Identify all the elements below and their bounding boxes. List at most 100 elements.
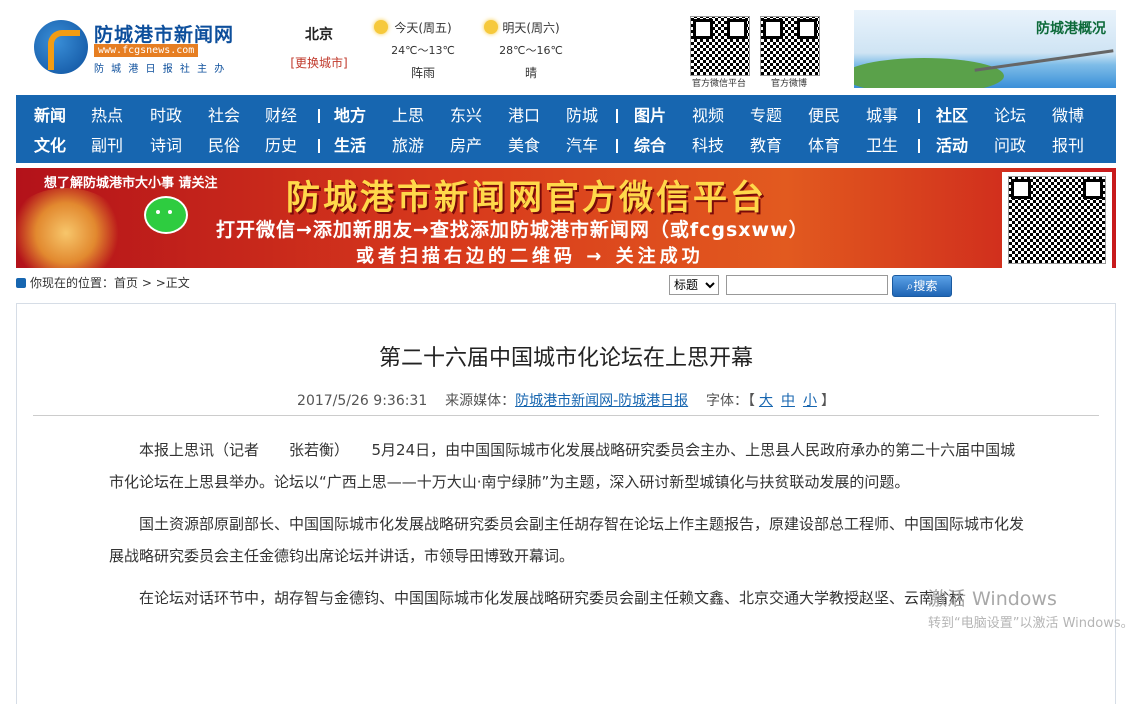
- nav-item[interactable]: 历史: [265, 131, 297, 161]
- nav-item[interactable]: 活动: [936, 131, 968, 161]
- nav-item[interactable]: 美食: [508, 131, 540, 161]
- nav-row: 新闻 热点 时政 社会 财经 地方 上思 东兴 港口 防城 图片 视频 专题 便民 城事 社区 论坛 微博: [16, 101, 1116, 131]
- change-city-link[interactable]: [更换城市]: [284, 54, 354, 71]
- banner-qr-frame: [1002, 172, 1112, 268]
- logo-icon: [34, 20, 88, 74]
- nav-item[interactable]: 东兴: [450, 101, 482, 131]
- article-paragraph: 国土资源部原副部长、中国国际城市化发展战略研究委员会副主任胡存智在论坛上作主题报…: [109, 515, 1025, 565]
- wechat-banner[interactable]: 想了解防城港市大小事 请关注 防城港市新闻网官方微信平台 打开微信→添加新朋友→…: [16, 168, 1116, 268]
- nav-item[interactable]: 文化: [34, 131, 66, 161]
- city-name: 北京: [305, 27, 333, 43]
- nav-item[interactable]: 报刊: [1052, 131, 1084, 161]
- promo-bridge: [974, 49, 1114, 72]
- nav-item[interactable]: 民俗: [208, 131, 240, 161]
- logo-url: www.fcgsnews.com: [94, 44, 199, 57]
- windows-activation-watermark: 激活 Windows: [928, 588, 1057, 610]
- nav-item[interactable]: 视频: [692, 101, 724, 131]
- nav-item[interactable]: 社区: [936, 101, 968, 131]
- search-input[interactable]: [726, 275, 888, 295]
- nav-item[interactable]: 新闻: [34, 101, 66, 131]
- logo-name: 防城港市新闻网: [94, 24, 235, 46]
- banner-title: 防城港市新闻网官方微信平台: [286, 178, 767, 218]
- banner-line1: 打开微信→添加新朋友→查找添加防城港市新闻网（或fcgsxww）: [216, 219, 809, 241]
- wechat-qr-code: [690, 16, 750, 76]
- nav-separator: [318, 109, 320, 123]
- nav-item[interactable]: 地方: [334, 101, 366, 131]
- search-button[interactable]: ⌕搜索: [892, 275, 952, 297]
- search-type-select[interactable]: 标题: [669, 275, 719, 295]
- article-title: 第二十六届中国城市化论坛在上思开幕: [378, 346, 753, 371]
- site-header: 防城港市新闻网 www.fcgsnews.com 防 城 港 日 报 社 主 办…: [16, 0, 1116, 95]
- article-paragraph: 在论坛对话环节中，胡存智与金德钧、中国国际城市化发展战略研究委员会副主任赖文鑫、…: [139, 589, 965, 607]
- sun-cloud-icon: [374, 20, 388, 34]
- wechat-icon: [144, 196, 188, 234]
- breadcrumb-home[interactable]: 首页: [114, 276, 138, 290]
- nav-item[interactable]: 专题: [750, 101, 782, 131]
- breadcrumb-sep: >: [138, 276, 156, 290]
- weather-cond: 晴: [524, 66, 537, 80]
- article-meta: 2017/5/26 9:36:31 来源媒体：防城港市新闻网-防城港日报 字体：…: [297, 393, 835, 409]
- nav-separator: [616, 109, 618, 123]
- nav-item[interactable]: 图片: [634, 101, 666, 131]
- nav-row: 文化 副刊 诗词 民俗 历史 生活 旅游 房产 美食 汽车 综合 科技 教育 体育 卫生 活动 问政 报刊: [16, 131, 1116, 161]
- source-link[interactable]: 防城港市新闻网-防城港日报: [515, 393, 688, 409]
- breadcrumb-current: >正文: [155, 276, 190, 290]
- logo-subtitle: 防 城 港 日 报 社 主 办: [94, 64, 227, 75]
- main-nav: 新闻 热点 时政 社会 财经 地方 上思 东兴 港口 防城 图片 视频 专题 便民 城事 社区 论坛 微博 文化副…: [16, 95, 1116, 163]
- nav-item[interactable]: 热点: [91, 101, 123, 131]
- weather-temp: 24℃～13℃: [391, 44, 455, 57]
- article-date: 2017/5/26 9:36:31: [297, 393, 428, 409]
- font-small-link[interactable]: 小: [803, 393, 817, 409]
- banner-line2: 或者扫描右边的二维码 → 关注成功: [356, 246, 704, 267]
- weibo-qr-code: [760, 16, 820, 76]
- nav-item[interactable]: 社会: [208, 101, 240, 131]
- nav-item[interactable]: 科技: [692, 131, 724, 161]
- search-button-label: 搜索: [913, 279, 938, 293]
- weather-tomorrow: 明天(周六) 28℃～16℃ 晴: [476, 18, 586, 81]
- nav-item[interactable]: 副刊: [91, 131, 123, 161]
- promo-island: [854, 58, 1004, 88]
- site-logo[interactable]: 防城港市新闻网 www.fcgsnews.com 防 城 港 日 报 社 主 办: [34, 18, 234, 78]
- font-medium-link[interactable]: 中: [781, 393, 795, 409]
- city-widget: 北京 [更换城市]: [284, 24, 354, 71]
- windows-activation-hint: 转到“电脑设置”以激活 Windows。: [928, 616, 1134, 631]
- flower-decoration: [16, 188, 126, 268]
- nav-item[interactable]: 体育: [808, 131, 840, 161]
- nav-item[interactable]: 财经: [265, 101, 297, 131]
- nav-separator: [918, 109, 920, 123]
- article-body: 本报上思讯（记者 张若衡） 5月24日，由中国国际城市化发展战略研究委员会主办、…: [109, 434, 1029, 624]
- nav-item[interactable]: 汽车: [566, 131, 598, 161]
- nav-item[interactable]: 诗词: [150, 131, 182, 161]
- nav-item[interactable]: 卫生: [866, 131, 898, 161]
- banner-top-text: 想了解防城港市大小事 请关注: [44, 176, 218, 191]
- nav-item[interactable]: 上思: [392, 101, 424, 131]
- nav-item[interactable]: 微博: [1052, 101, 1084, 131]
- nav-item[interactable]: 综合: [634, 131, 666, 161]
- breadcrumb-prefix: 你现在的位置：: [30, 276, 115, 290]
- nav-item[interactable]: 旅游: [392, 131, 424, 161]
- article-paragraph: 本报上思讯（记者 张若衡） 5月24日，由中国国际城市化发展战略研究委员会主办、…: [109, 441, 1016, 491]
- weather-cond: 阵雨: [410, 66, 435, 80]
- banner-qr-code: [1008, 176, 1106, 264]
- nav-item[interactable]: 时政: [150, 101, 182, 131]
- nav-item[interactable]: 生活: [334, 131, 366, 161]
- source-label: 来源媒体：: [445, 393, 516, 409]
- nav-item[interactable]: 问政: [994, 131, 1026, 161]
- weather-temp: 28℃～16℃: [499, 44, 563, 57]
- weather-today: 今天(周五) 24℃～13℃ 阵雨: [368, 18, 478, 81]
- nav-item[interactable]: 便民: [808, 101, 840, 131]
- nav-item[interactable]: 房产: [450, 131, 482, 161]
- divider: [33, 415, 1099, 416]
- font-large-link[interactable]: 大: [759, 393, 773, 409]
- nav-item[interactable]: 防城: [566, 101, 598, 131]
- nav-item[interactable]: 港口: [508, 101, 540, 131]
- qr-label: 官方微信平台: [691, 79, 746, 89]
- promo-title: 防城港概况: [1036, 21, 1106, 37]
- nav-item[interactable]: 教育: [750, 131, 782, 161]
- nav-separator: [616, 139, 618, 153]
- nav-separator: [318, 139, 320, 153]
- article-panel: 第二十六届中国城市化论坛在上思开幕 2017/5/26 9:36:31 来源媒体…: [16, 303, 1116, 704]
- city-overview-promo[interactable]: 防城港概况: [854, 10, 1116, 88]
- nav-item[interactable]: 城事: [866, 101, 898, 131]
- nav-item[interactable]: 论坛: [994, 101, 1026, 131]
